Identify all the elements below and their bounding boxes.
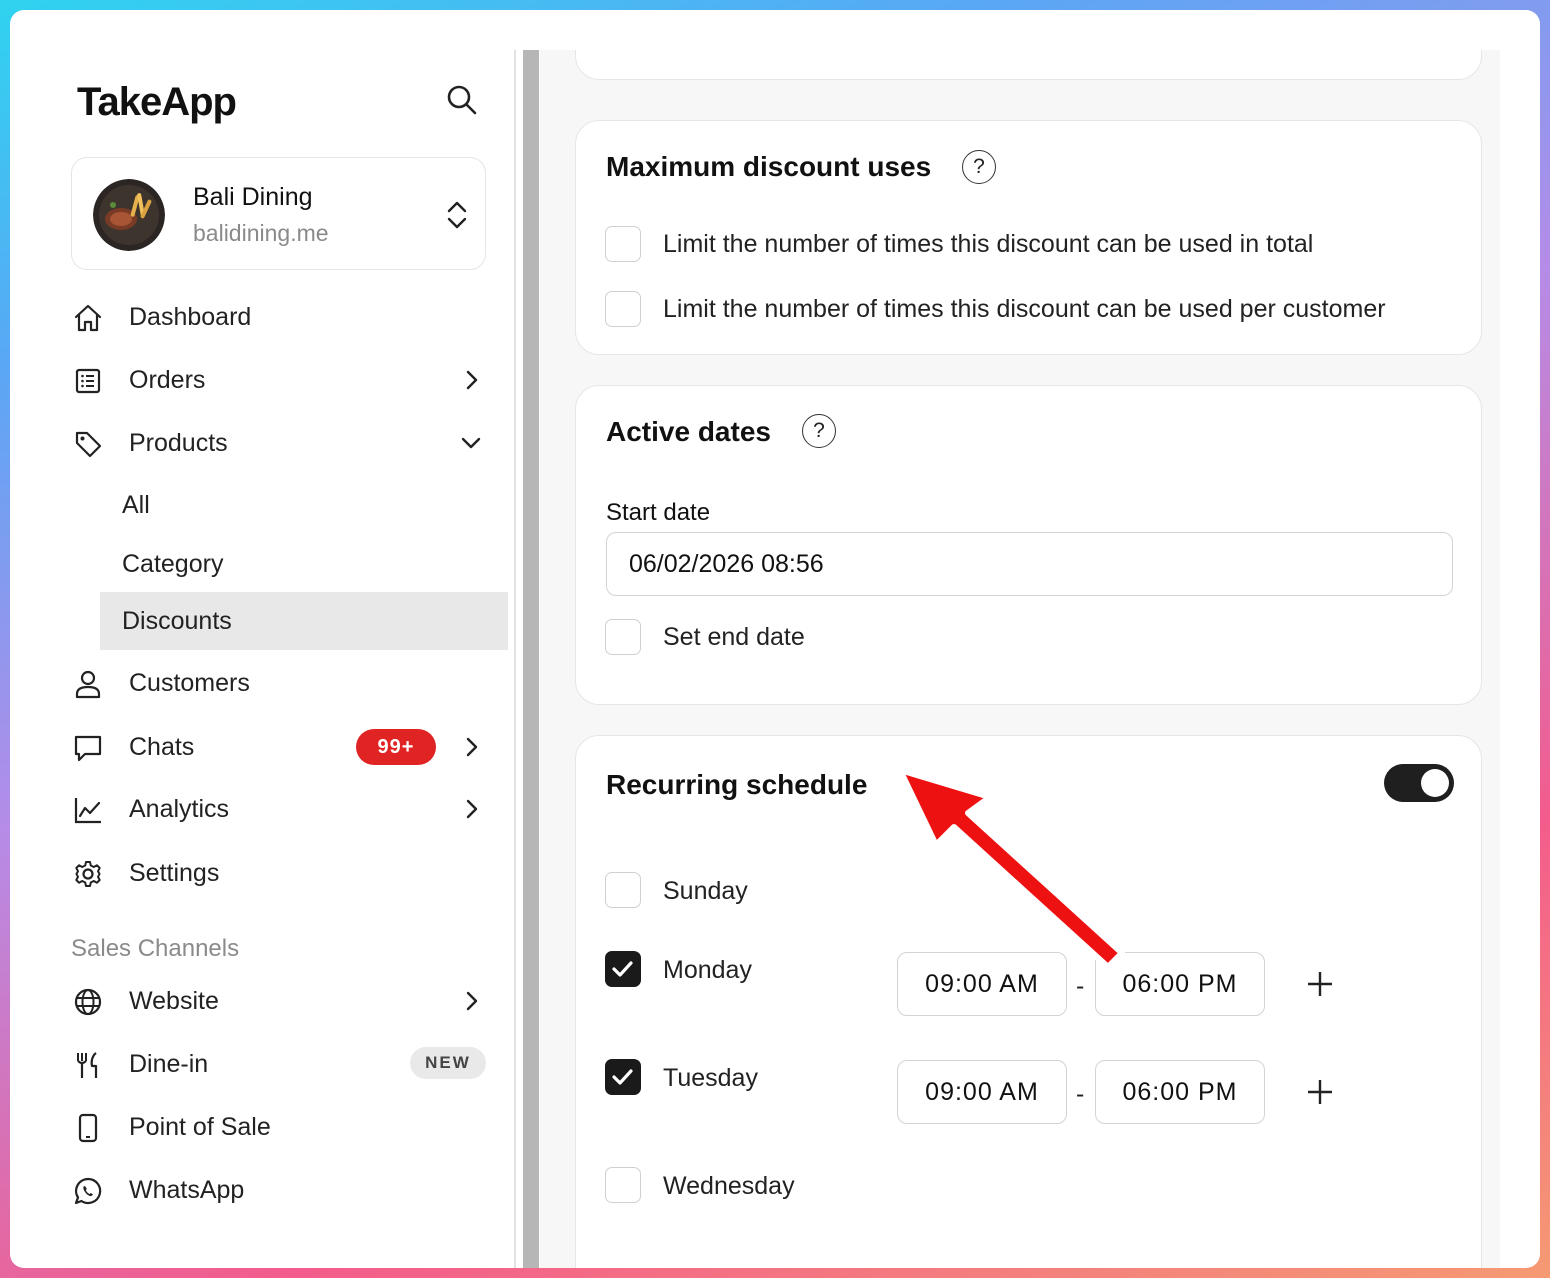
day-label: Sunday xyxy=(663,877,748,905)
sidebar-subitem-discounts[interactable]: Discounts xyxy=(100,592,508,650)
store-name: Bali Dining xyxy=(193,183,313,211)
search-icon[interactable] xyxy=(444,82,480,118)
day-label: Tuesday xyxy=(663,1064,758,1092)
sales-channels-heading: Sales Channels xyxy=(71,935,240,962)
sidebar-item-dine-in[interactable]: Dine-in NEW xyxy=(61,1038,507,1090)
app-window: TakeApp Bali Dining balidining.me Dashbo… xyxy=(10,10,1540,1268)
sidebar-item-label: Category xyxy=(122,550,224,578)
store-switcher[interactable]: Bali Dining balidining.me xyxy=(71,157,486,270)
day-checkbox-monday[interactable] xyxy=(605,951,641,987)
active-dates-card: Active dates ? Start date 06/02/2026 08:… xyxy=(575,385,1482,705)
chat-bubble-icon xyxy=(73,733,103,763)
app-logo: TakeApp xyxy=(77,80,237,124)
home-icon xyxy=(73,303,103,333)
set-end-date-checkbox[interactable] xyxy=(605,619,641,655)
time-separator: - xyxy=(1076,1080,1085,1108)
gear-icon xyxy=(73,859,103,889)
store-url: balidining.me xyxy=(193,220,329,246)
sidebar: TakeApp Bali Dining balidining.me Dashbo… xyxy=(10,10,516,1268)
previous-card-bottom xyxy=(575,50,1482,80)
chevron-right-icon xyxy=(459,989,483,1013)
sidebar-item-label: Settings xyxy=(129,859,220,887)
sidebar-subitem-all[interactable]: All xyxy=(100,476,508,534)
chevron-down-icon xyxy=(459,431,483,455)
chevron-right-icon xyxy=(459,735,483,759)
checkmark-icon xyxy=(612,1069,633,1085)
sidebar-item-label: Dine-in xyxy=(129,1050,209,1078)
sidebar-item-label: Discounts xyxy=(122,607,232,635)
list-icon xyxy=(73,366,103,396)
sidebar-item-label: WhatsApp xyxy=(129,1176,245,1204)
sidebar-item-settings[interactable]: Settings xyxy=(61,847,507,899)
line-chart-icon xyxy=(73,795,103,825)
unread-count-badge: 99+ xyxy=(356,729,436,765)
main-content: Maximum discount uses ? Limit the number… xyxy=(540,50,1500,1268)
monday-start-time[interactable]: 09:00 AM xyxy=(897,952,1067,1016)
sidebar-item-orders[interactable]: Orders xyxy=(61,354,507,406)
sidebar-item-label: Products xyxy=(129,429,228,457)
sidebar-scrollbar[interactable] xyxy=(523,50,539,1268)
sidebar-item-label: Orders xyxy=(129,366,206,394)
sidebar-item-label: Chats xyxy=(129,733,195,761)
sidebar-item-point-of-sale[interactable]: Point of Sale xyxy=(61,1101,507,1153)
sidebar-item-label: All xyxy=(122,491,150,519)
sidebar-item-analytics[interactable]: Analytics xyxy=(61,783,507,835)
start-date-label: Start date xyxy=(606,499,711,526)
time-separator: - xyxy=(1076,972,1085,1000)
card-title: Maximum discount uses xyxy=(606,151,932,182)
monday-end-time[interactable]: 06:00 PM xyxy=(1095,952,1265,1016)
user-icon xyxy=(73,669,103,699)
tuesday-start-time[interactable]: 09:00 AM xyxy=(897,1060,1067,1124)
new-badge: NEW xyxy=(410,1047,486,1079)
sidebar-item-website[interactable]: Website xyxy=(61,975,507,1027)
checkbox-label: Set end date xyxy=(663,623,805,651)
sidebar-item-whatsapp[interactable]: WhatsApp xyxy=(61,1164,507,1216)
card-title: Active dates xyxy=(606,416,771,447)
sidebar-item-dashboard[interactable]: Dashboard xyxy=(61,291,507,343)
store-avatar xyxy=(93,179,165,251)
add-time-slot-tuesday-button[interactable] xyxy=(1302,1074,1338,1110)
help-icon[interactable]: ? xyxy=(962,150,996,184)
checkbox-label: Limit the number of times this discount … xyxy=(663,295,1386,323)
day-label: Wednesday xyxy=(663,1172,795,1200)
sidebar-item-label: Website xyxy=(129,987,219,1015)
max-uses-card: Maximum discount uses ? Limit the number… xyxy=(575,120,1482,355)
chevron-right-icon xyxy=(459,368,483,392)
sidebar-item-label: Point of Sale xyxy=(129,1113,271,1141)
whatsapp-icon xyxy=(73,1176,103,1206)
sidebar-item-label: Dashboard xyxy=(129,303,252,331)
tag-icon xyxy=(73,429,103,459)
plus-icon xyxy=(1308,972,1332,996)
limit-total-checkbox[interactable] xyxy=(605,226,641,262)
globe-icon xyxy=(73,987,103,1017)
fork-knife-icon xyxy=(73,1050,103,1080)
recurring-schedule-toggle[interactable] xyxy=(1384,764,1454,802)
checkmark-icon xyxy=(612,961,633,977)
sidebar-divider xyxy=(514,50,516,1268)
chevron-up-down-icon xyxy=(442,198,472,232)
recurring-schedule-card: Recurring schedule Sunday Monday 09:00 A… xyxy=(575,735,1482,1268)
card-title: Recurring schedule xyxy=(606,769,868,800)
day-checkbox-wednesday[interactable] xyxy=(605,1167,641,1203)
sidebar-item-products[interactable]: Products xyxy=(61,417,507,469)
start-date-input[interactable]: 06/02/2026 08:56 xyxy=(606,532,1453,596)
tuesday-end-time[interactable]: 06:00 PM xyxy=(1095,1060,1265,1124)
mobile-device-icon xyxy=(73,1113,103,1143)
help-icon[interactable]: ? xyxy=(802,414,836,448)
chevron-right-icon xyxy=(459,797,483,821)
plus-icon xyxy=(1308,1080,1332,1104)
sidebar-item-label: Customers xyxy=(129,669,250,697)
day-checkbox-tuesday[interactable] xyxy=(605,1059,641,1095)
limit-per-customer-checkbox[interactable] xyxy=(605,291,641,327)
day-checkbox-sunday[interactable] xyxy=(605,872,641,908)
sidebar-item-label: Analytics xyxy=(129,795,230,823)
sidebar-subitem-category[interactable]: Category xyxy=(100,535,508,593)
sidebar-item-customers[interactable]: Customers xyxy=(61,657,507,709)
checkbox-label: Limit the number of times this discount … xyxy=(663,230,1314,258)
toggle-knob xyxy=(1421,769,1449,797)
add-time-slot-monday-button[interactable] xyxy=(1302,966,1338,1002)
day-label: Monday xyxy=(663,956,752,984)
sidebar-item-chats[interactable]: Chats 99+ xyxy=(61,721,507,773)
